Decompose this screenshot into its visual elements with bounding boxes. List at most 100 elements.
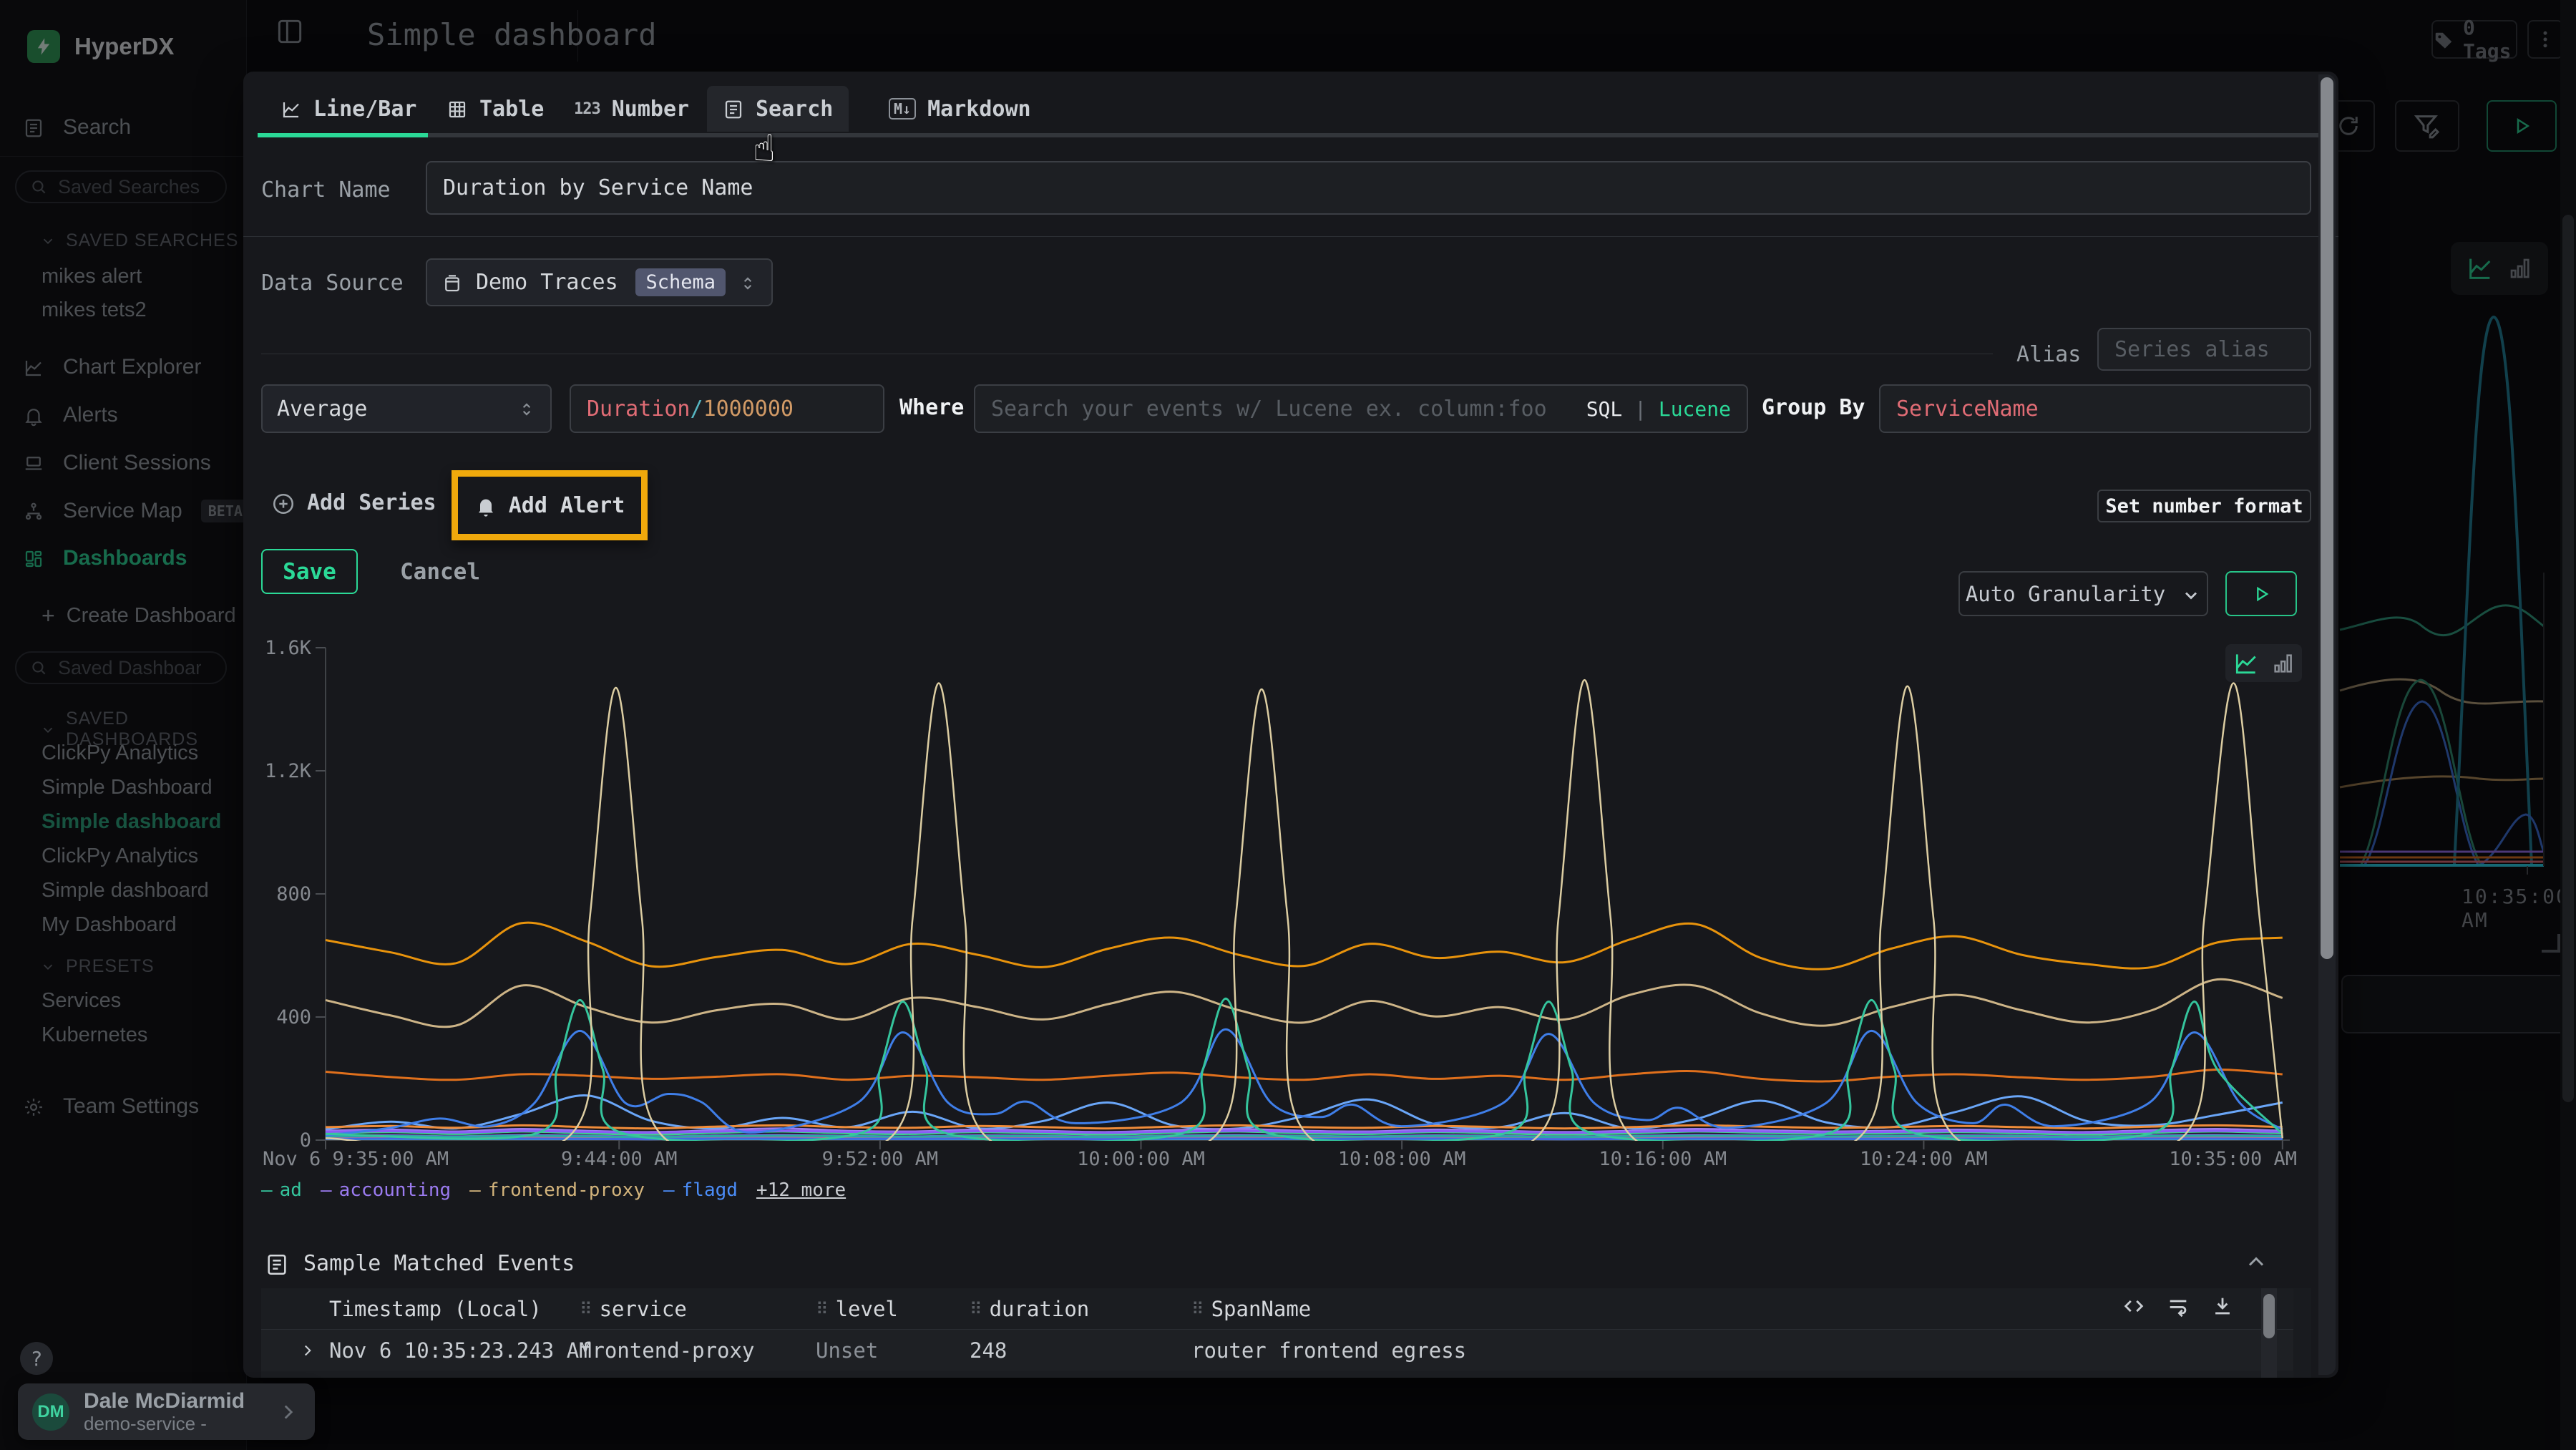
chart-name-input[interactable] xyxy=(426,161,2311,215)
user-subtitle: demo-service - xyxy=(84,1413,245,1435)
sidebar-collapse-icon[interactable] xyxy=(274,16,306,47)
column-header[interactable]: ⠿duration xyxy=(970,1297,1089,1321)
drag-handle-icon[interactable]: ⠿ xyxy=(970,1299,982,1319)
saved-searches-input[interactable] xyxy=(15,170,227,203)
sidebar-item-client-sessions[interactable]: Client Sessions xyxy=(23,450,211,475)
saved-dashboard-item[interactable]: Simple Dashboard xyxy=(42,776,213,799)
where-input[interactable]: SQL | Lucene xyxy=(974,384,1748,433)
alias-input[interactable] xyxy=(2097,328,2311,371)
sidebar-item-team-settings[interactable]: Team Settings xyxy=(23,1094,199,1119)
legend-item-ad[interactable]: —ad xyxy=(261,1179,302,1201)
saved-search-item[interactable]: mikes alert xyxy=(42,265,142,288)
drag-handle-icon[interactable]: ⠿ xyxy=(816,1299,829,1319)
kebab-menu-button[interactable] xyxy=(2527,20,2563,59)
bg-mini-chart xyxy=(2322,301,2576,880)
saved-dashboard-item[interactable]: My Dashboard xyxy=(42,913,177,937)
legend-item-flagd[interactable]: —flagd xyxy=(663,1179,738,1201)
add-alert-button-highlighted[interactable]: Add Alert xyxy=(452,470,648,540)
sidebar-item-chart-explorer[interactable]: Chart Explorer xyxy=(23,354,201,379)
wrap-text-icon[interactable] xyxy=(2166,1294,2190,1323)
table-row[interactable]: Nov 6 10:35:23.243 AMfrontend-proxyUnset… xyxy=(261,1371,2293,1378)
saved-searches-section[interactable]: SAVED SEARCHES xyxy=(40,230,238,251)
svg-text:800: 800 xyxy=(276,883,311,905)
group-by-input[interactable]: ServiceName xyxy=(1879,384,2311,433)
sidebar-item-label: Dashboards xyxy=(63,546,187,570)
data-source-select[interactable]: Demo Traces Schema xyxy=(426,258,773,306)
legend-item-accounting[interactable]: — accounting xyxy=(321,1179,451,1201)
preset-item[interactable]: Services xyxy=(42,989,121,1013)
aggregation-field-input[interactable]: Duration/1000000 xyxy=(570,384,884,433)
sample-events-table[interactable]: Timestamp (Local) ⠿service ⠿level ⠿duration… xyxy=(261,1288,2311,1378)
tab-track xyxy=(258,133,2324,137)
search-icon xyxy=(29,658,48,677)
code-icon[interactable] xyxy=(2122,1294,2146,1323)
tab-line-bar[interactable]: Line/Bar xyxy=(265,86,433,132)
duration-by-service-chart[interactable]: 04008001.2K1.6KNov 6 9:35:00 AM9:44:00 A… xyxy=(261,630,2311,1181)
beta-badge: BETA xyxy=(201,500,250,522)
drag-handle-icon[interactable]: ⠿ xyxy=(1191,1299,1204,1319)
tab-table[interactable]: Table xyxy=(431,86,560,132)
table-row[interactable]: Nov 6 10:35:23.243 AMfrontend-proxyUnset… xyxy=(261,1330,2293,1371)
table-scrollbar[interactable] xyxy=(2261,1288,2277,1378)
user-name: Dale McDiarmid xyxy=(84,1389,245,1413)
filter-button[interactable] xyxy=(2395,100,2459,152)
user-menu[interactable]: DM Dale McDiarmid demo-service - xyxy=(18,1383,315,1440)
tab-markdown[interactable]: M↓Markdown xyxy=(873,86,1047,132)
modal-scrollbar[interactable] xyxy=(2318,74,2336,1375)
drag-handle-icon[interactable]: ⠿ xyxy=(580,1299,592,1319)
schema-badge[interactable]: Schema xyxy=(635,268,726,296)
saved-search-item[interactable]: mikes tets2 xyxy=(42,298,147,322)
add-series-button[interactable]: Add Series xyxy=(271,490,436,516)
chevron-down-icon xyxy=(2181,582,2201,606)
plus-icon: + xyxy=(42,603,55,629)
saved-dashboard-item[interactable]: Simple dashboard xyxy=(42,810,221,834)
plus-circle-icon xyxy=(271,490,296,516)
legend-dash-icon: — xyxy=(663,1179,675,1201)
column-header[interactable]: ⠿SpanName xyxy=(1191,1297,1311,1321)
collapse-panel-icon[interactable] xyxy=(2243,1249,2269,1275)
presets-section[interactable]: PRESETS xyxy=(40,956,155,977)
column-header[interactable]: ⠿service xyxy=(580,1297,687,1321)
saved-dashboard-item[interactable]: ClickPy Analytics xyxy=(42,845,198,868)
sidebar-item-alerts[interactable]: Alerts xyxy=(23,402,118,427)
field-token: 1000000 xyxy=(703,396,794,422)
legend-item-frontend-proxy[interactable]: —frontend-proxy xyxy=(469,1179,645,1201)
save-button[interactable]: Save xyxy=(261,549,358,594)
saved-dashboard-item[interactable]: ClickPy Analytics xyxy=(42,741,198,765)
saved-dashboards-input[interactable] xyxy=(15,651,227,684)
set-number-format-button[interactable]: Set number format xyxy=(2097,490,2311,522)
download-icon[interactable] xyxy=(2210,1294,2235,1323)
granularity-select[interactable]: Auto Granularity xyxy=(1958,571,2208,616)
create-dashboard-button[interactable]: + Create Dashboard xyxy=(42,603,236,629)
saved-dashboard-item[interactable]: Simple dashboard xyxy=(42,879,209,902)
aggregation-function-select[interactable]: Average xyxy=(261,384,552,433)
sidebar-item-search[interactable]: Search xyxy=(23,115,131,140)
svg-text:10:00:00 AM: 10:00:00 AM xyxy=(1077,1148,1205,1170)
series-unknown-orange-high xyxy=(326,923,2283,969)
legend-more-link[interactable]: +12 more xyxy=(756,1179,846,1201)
expand-row-icon[interactable] xyxy=(298,1341,317,1360)
sidebar-item-dashboards[interactable]: Dashboards xyxy=(23,545,187,570)
tags-button[interactable]: 0 Tags xyxy=(2431,20,2517,59)
column-header[interactable]: ⠿level xyxy=(816,1297,898,1321)
legend-dash-icon: — xyxy=(321,1179,332,1201)
bg-chart-type-toggle[interactable] xyxy=(2451,242,2548,295)
tab-search[interactable]: Search xyxy=(707,86,849,132)
column-header[interactable]: Timestamp (Local) xyxy=(329,1297,542,1321)
page-scrollbar[interactable] xyxy=(2560,0,2576,1450)
sidebar-item-service-map[interactable]: Service MapBETA xyxy=(23,498,250,523)
run-query-button[interactable] xyxy=(2487,100,2557,152)
tab-label: Search xyxy=(756,97,833,122)
preset-item[interactable]: Kubernetes xyxy=(42,1023,147,1047)
sidebar-item-label: Search xyxy=(63,115,131,140)
cancel-button[interactable]: Cancel xyxy=(394,549,487,594)
query-language-toggle[interactable]: SQL | Lucene xyxy=(1586,397,1731,421)
search-icon xyxy=(29,177,48,196)
legend-label: accounting xyxy=(339,1179,452,1201)
tab-number[interactable]: 123Number xyxy=(558,86,705,132)
run-chart-button[interactable] xyxy=(2225,571,2297,616)
app-logo[interactable]: HyperDX xyxy=(27,30,174,63)
panel-resize-handle[interactable] xyxy=(2542,934,2560,953)
table-cell: Unset xyxy=(816,1338,878,1363)
help-button[interactable]: ? xyxy=(20,1342,53,1375)
